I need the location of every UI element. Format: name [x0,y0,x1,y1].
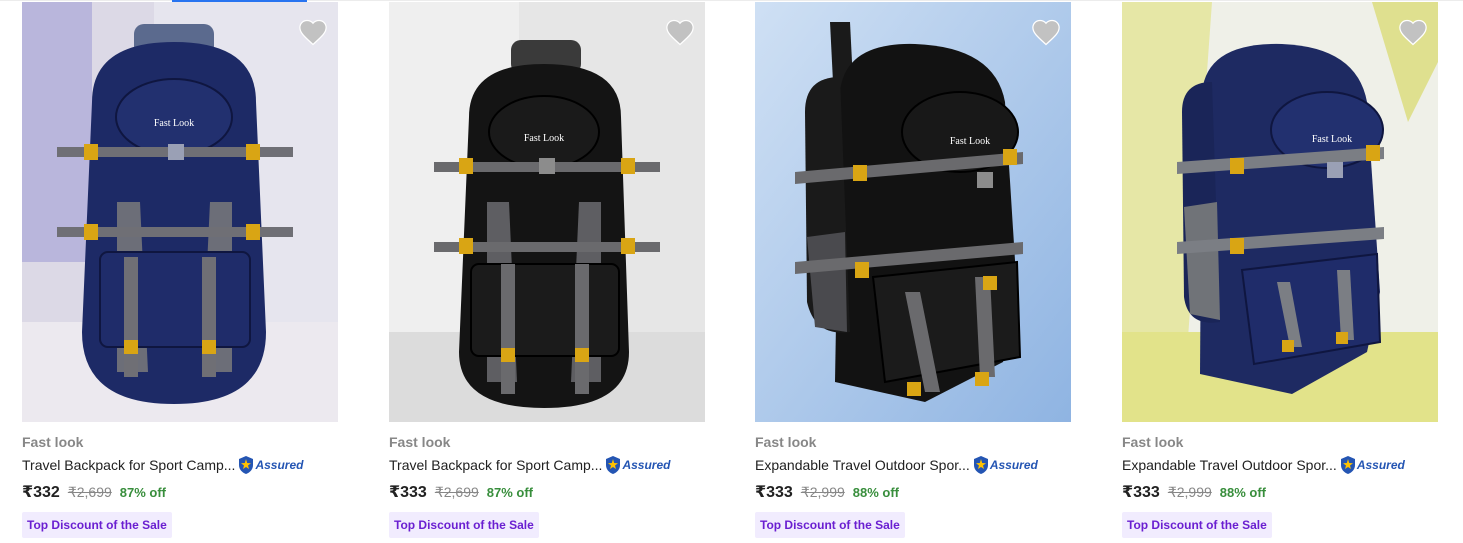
discount-percent: 87% off [486,485,534,500]
assured-badge: Assured [972,455,1038,475]
assured-shield-icon [973,456,988,474]
backpack-navy-grey-image: Fast Look [1122,2,1438,422]
backpack-black-grey-image: Fast Look [389,2,705,422]
product-image[interactable]: Fast Look [1122,2,1438,422]
discount-percent: 87% off [119,485,167,500]
price-row: ₹333 ₹2,699 87% off [389,482,533,502]
svg-text:Fast Look: Fast Look [950,136,990,147]
assured-label: Assured [622,458,671,472]
product-card[interactable]: Fast Look Fast look Expandable Travel Ou… [1122,2,1438,543]
price-row: ₹332 ₹2,699 87% off [22,482,166,502]
product-title-row: Travel Backpack for Sport Camp... Assure… [389,454,670,476]
original-price: ₹2,999 [1167,484,1212,500]
offer-badge: Top Discount of the Sale [755,512,905,538]
assured-badge: Assured [604,455,670,475]
product-title[interactable]: Travel Backpack for Sport Camp... [22,457,235,473]
offer-badge: Top Discount of the Sale [22,512,172,538]
product-title[interactable]: Expandable Travel Outdoor Spor... [755,457,970,473]
product-brand: Fast look [1122,434,1184,450]
original-price: ₹2,699 [67,484,112,500]
product-brand: Fast look [22,434,84,450]
price-row: ₹333 ₹2,999 88% off [755,482,899,502]
selling-price: ₹333 [755,484,793,501]
product-card[interactable]: Fast Look Fast look Travel Backpack for … [22,2,338,543]
wishlist-heart-icon[interactable] [1398,18,1428,46]
discount-percent: 88% off [1219,485,1267,500]
product-image[interactable]: Fast Look [22,2,338,422]
assured-shield-icon [239,456,254,474]
assured-label: Assured [255,458,304,472]
assured-shield-icon [606,456,621,474]
offer-badge: Top Discount of the Sale [1122,512,1272,538]
product-image[interactable]: Fast Look [389,2,705,422]
assured-shield-icon [1340,456,1355,474]
product-image[interactable]: Fast Look [755,2,1071,422]
product-brand: Fast look [389,434,451,450]
assured-label: Assured [1356,458,1405,472]
svg-text:Fast Look: Fast Look [524,133,564,144]
svg-text:Fast Look: Fast Look [1312,134,1352,145]
product-title-row: Travel Backpack for Sport Camp... Assure… [22,454,303,476]
discount-percent: 88% off [852,485,900,500]
product-card[interactable]: Fast Look Fast look Travel Backpack for … [389,2,705,543]
offer-badge: Top Discount of the Sale [389,512,539,538]
selling-price: ₹333 [1122,484,1160,501]
assured-label: Assured [989,458,1038,472]
backpack-black-grey-image: Fast Look [755,2,1071,422]
svg-text:Fast Look: Fast Look [154,118,194,129]
assured-badge: Assured [237,455,303,475]
product-grid: Fast Look Fast look Travel Backpack for … [22,2,1442,543]
product-title-row: Expandable Travel Outdoor Spor... Assure… [1122,454,1405,476]
wishlist-heart-icon[interactable] [665,18,695,46]
wishlist-heart-icon[interactable] [1031,18,1061,46]
assured-badge: Assured [1339,455,1405,475]
price-row: ₹333 ₹2,999 88% off [1122,482,1266,502]
product-title[interactable]: Expandable Travel Outdoor Spor... [1122,457,1337,473]
original-price: ₹2,999 [800,484,845,500]
product-card[interactable]: Fast Look Fast look Expandable Travel Ou… [755,2,1071,543]
product-title[interactable]: Travel Backpack for Sport Camp... [389,457,602,473]
product-brand: Fast look [755,434,817,450]
backpack-navy-grey-image: Fast Look [22,2,338,422]
wishlist-heart-icon[interactable] [298,18,328,46]
product-title-row: Expandable Travel Outdoor Spor... Assure… [755,454,1038,476]
original-price: ₹2,699 [434,484,479,500]
selling-price: ₹332 [22,484,60,501]
selling-price: ₹333 [389,484,427,501]
